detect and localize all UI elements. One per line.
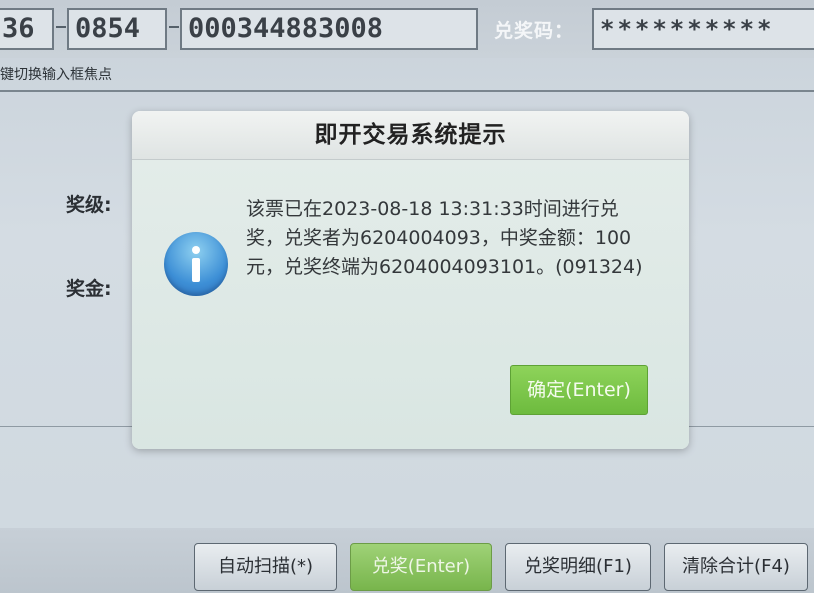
- dialog-message: 该票已在2023-08-18 13:31:33时间进行兑奖，兑奖者为620400…: [246, 198, 643, 278]
- ticket-game-value: 36: [2, 13, 35, 44]
- divider: [0, 90, 814, 92]
- confirm-button[interactable]: 确定(Enter): [510, 365, 648, 415]
- auto-scan-button[interactable]: 自动扫描(*): [194, 543, 337, 591]
- redeem-button[interactable]: 兑奖(Enter): [350, 543, 492, 591]
- info-icon-dot: [192, 246, 200, 254]
- field-separator: [169, 26, 179, 28]
- ticket-input-bar: 36 0854 000344883008 兑奖码： **********: [0, 0, 814, 58]
- prize-level-label: 奖级:: [66, 194, 112, 216]
- dialog-title: 即开交易系统提示: [132, 111, 689, 160]
- ticket-number-field[interactable]: 000344883008: [180, 8, 478, 50]
- info-icon-bar: [192, 258, 200, 282]
- info-icon: [164, 232, 228, 296]
- ticket-batch-value: 0854: [75, 13, 141, 44]
- redeem-code-value: **********: [600, 15, 775, 43]
- clear-total-button[interactable]: 清除合计(F4): [664, 543, 808, 591]
- system-alert-dialog: 即开交易系统提示 该票已在2023-08-18 13:31:33时间进行兑奖，兑…: [132, 111, 689, 449]
- redeem-code-field[interactable]: **********: [592, 8, 814, 50]
- ticket-batch-field[interactable]: 0854: [67, 8, 167, 50]
- lottery-terminal-screen: 36 0854 000344883008 兑奖码： ********** 键切换…: [0, 0, 814, 593]
- redeem-code-label: 兑奖码：: [494, 20, 575, 42]
- ticket-number-value: 000344883008: [188, 13, 384, 44]
- field-separator: [56, 26, 66, 28]
- ticket-game-field[interactable]: 36: [0, 8, 54, 50]
- focus-hint-text: 键切换输入框焦点: [0, 67, 112, 83]
- redeem-details-button[interactable]: 兑奖明细(F1): [505, 543, 651, 591]
- prize-amount-label: 奖金:: [66, 278, 112, 300]
